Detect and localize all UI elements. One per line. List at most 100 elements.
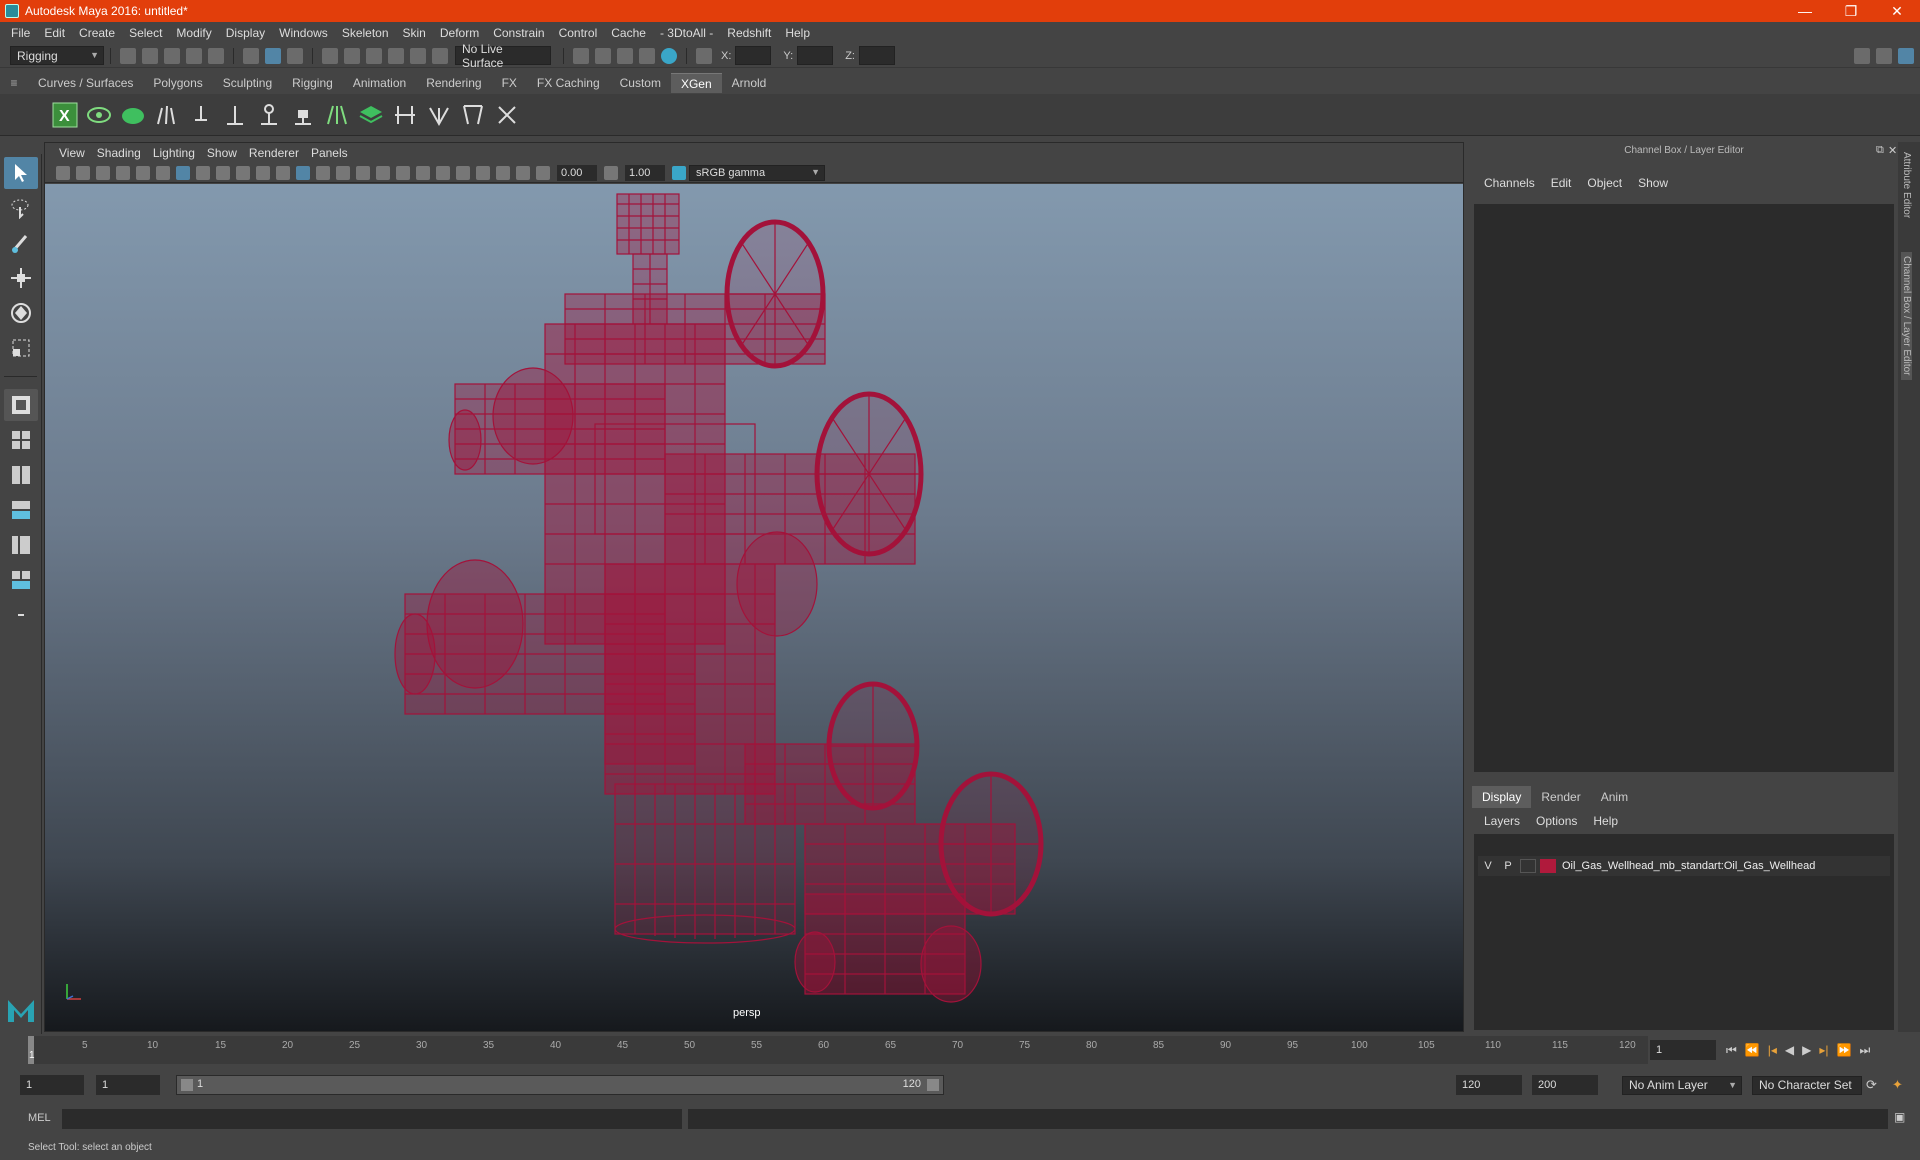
bookmark-icon[interactable]: [96, 165, 110, 180]
cb-menu-object[interactable]: Object: [1579, 176, 1630, 190]
attribute-editor-toggle-icon[interactable]: [1876, 47, 1892, 64]
layer-display-type[interactable]: [1520, 859, 1536, 873]
script-editor-icon[interactable]: ▣: [1894, 1110, 1905, 1124]
modeling-toolkit-icon[interactable]: [1854, 47, 1870, 64]
xray-active-icon[interactable]: [516, 165, 530, 180]
range-start-handle[interactable]: [181, 1079, 193, 1091]
vp-menu-renderer[interactable]: Renderer: [243, 146, 305, 160]
film-gate-icon[interactable]: [196, 165, 210, 180]
tab-custom[interactable]: Custom: [610, 73, 671, 93]
render-settings-icon[interactable]: [573, 47, 589, 64]
step-back-key-icon[interactable]: |◂: [1768, 1043, 1777, 1057]
paint-select-icon[interactable]: [4, 227, 38, 259]
menu-select[interactable]: Select: [122, 26, 169, 40]
step-forward-frame-icon[interactable]: ⏩: [1837, 1043, 1852, 1057]
shelf-menu-icon[interactable]: ≡: [0, 76, 28, 90]
tab-rigging[interactable]: Rigging: [282, 73, 343, 93]
tab-polygons[interactable]: Polygons: [143, 73, 212, 93]
layer-playback-toggle[interactable]: P: [1498, 860, 1518, 872]
snap-curve-icon[interactable]: [344, 47, 360, 64]
anim-end-field[interactable]: 200: [1532, 1075, 1598, 1095]
guide-cut-icon[interactable]: [392, 100, 418, 130]
tab-xgen[interactable]: XGen: [670, 73, 722, 93]
redo-icon[interactable]: [208, 47, 224, 64]
tab-fx[interactable]: FX: [492, 73, 527, 93]
layer-color-swatch[interactable]: [1540, 859, 1556, 873]
hypershade-icon[interactable]: [661, 47, 677, 64]
single-view-layout-icon[interactable]: [4, 389, 38, 421]
tab-anim[interactable]: Anim: [1591, 786, 1638, 808]
go-to-end-icon[interactable]: ⏭: [1859, 1043, 1870, 1058]
screen-ao-icon[interactable]: [396, 165, 410, 180]
tab-attribute-editor[interactable]: Attribute Editor: [1901, 152, 1912, 218]
vp-menu-show[interactable]: Show: [201, 146, 243, 160]
snap-point-icon[interactable]: [366, 47, 382, 64]
side-by-side-layout-icon[interactable]: [4, 459, 38, 491]
play-backwards-icon[interactable]: ◀: [1785, 1043, 1794, 1057]
transform-mode-icon[interactable]: [696, 47, 712, 64]
color-space-dropdown[interactable]: sRGB gamma ▼: [689, 164, 825, 181]
layer-menu-layers[interactable]: Layers: [1476, 814, 1528, 828]
anim-layer-dropdown[interactable]: No Anim Layer ▼: [1622, 1075, 1742, 1095]
tab-sculpting[interactable]: Sculpting: [213, 73, 282, 93]
step-back-frame-icon[interactable]: ⏪: [1745, 1043, 1760, 1057]
snap-view-icon[interactable]: [388, 47, 404, 64]
gamma-icon[interactable]: [604, 165, 618, 180]
range-slider-bar[interactable]: 1 120: [176, 1075, 944, 1095]
range-end-handle[interactable]: [927, 1079, 939, 1091]
resolution-gate-icon[interactable]: [216, 165, 230, 180]
menu-skeleton[interactable]: Skeleton: [335, 26, 396, 40]
color-management-icon[interactable]: [672, 165, 686, 180]
menu-control[interactable]: Control: [552, 26, 605, 40]
y-field[interactable]: [797, 46, 834, 65]
field-chart-icon[interactable]: [256, 165, 270, 180]
snap-grid-icon[interactable]: [322, 47, 338, 64]
grid-icon[interactable]: [176, 165, 190, 180]
select-component-icon[interactable]: [287, 47, 303, 64]
character-set-dropdown[interactable]: No Character Set: [1752, 1075, 1862, 1095]
new-scene-icon[interactable]: [120, 47, 136, 64]
vp-menu-shading[interactable]: Shading: [91, 146, 147, 160]
playback-end-field[interactable]: 120: [1456, 1075, 1522, 1095]
menu-help[interactable]: Help: [778, 26, 817, 40]
viewport-scene[interactable]: persp: [45, 184, 1463, 1031]
cb-menu-edit[interactable]: Edit: [1543, 176, 1580, 190]
command-language-label[interactable]: MEL: [28, 1112, 51, 1124]
exposure-field[interactable]: 0.00: [557, 164, 597, 181]
use-lights-icon[interactable]: [336, 165, 350, 180]
menu-skin[interactable]: Skin: [396, 26, 433, 40]
tab-animation[interactable]: Animation: [343, 73, 416, 93]
layer-name[interactable]: Oil_Gas_Wellhead_mb_standart:Oil_Gas_Wel…: [1562, 860, 1815, 872]
menu-windows[interactable]: Windows: [272, 26, 335, 40]
twod-pan-icon[interactable]: [136, 165, 150, 180]
open-scene-icon[interactable]: [142, 47, 158, 64]
shadows-icon[interactable]: [356, 165, 370, 180]
gamma-field[interactable]: 1.00: [625, 164, 665, 181]
anim-prefs-icon[interactable]: ✦: [1892, 1077, 1903, 1093]
lasso-tool-icon[interactable]: [4, 192, 38, 224]
undo-icon[interactable]: [186, 47, 202, 64]
restore-icon[interactable]: ❐: [1828, 3, 1874, 20]
depth-of-field-icon[interactable]: [456, 165, 470, 180]
minimize-icon[interactable]: —: [1782, 3, 1828, 19]
channel-box-area[interactable]: [1474, 204, 1894, 772]
layer-visibility-toggle[interactable]: V: [1478, 860, 1498, 872]
menu-constrain[interactable]: Constrain: [486, 26, 551, 40]
menu-create[interactable]: Create: [72, 26, 122, 40]
tab-curves-surfaces[interactable]: Curves / Surfaces: [28, 73, 143, 93]
live-surface-field[interactable]: No Live Surface: [455, 42, 551, 70]
close-panel-icon[interactable]: ✕: [1888, 144, 1897, 157]
smooth-shade-icon[interactable]: [316, 165, 330, 180]
x-field[interactable]: [735, 46, 772, 65]
float-panel-icon[interactable]: ⧉: [1876, 144, 1884, 157]
step-forward-key-icon[interactable]: ▸|: [1819, 1043, 1828, 1057]
four-view-layout-icon[interactable]: [4, 424, 38, 456]
auto-key-icon[interactable]: ⟳: [1866, 1077, 1877, 1093]
vp-menu-lighting[interactable]: Lighting: [147, 146, 201, 160]
delete-guide-icon[interactable]: [494, 100, 520, 130]
create-description-icon[interactable]: [120, 100, 146, 130]
grease-pencil-icon[interactable]: [156, 165, 170, 180]
sculpt-guide-icon[interactable]: [188, 100, 214, 130]
go-to-start-icon[interactable]: ⏮: [1726, 1043, 1737, 1058]
layer-menu-options[interactable]: Options: [1528, 814, 1585, 828]
